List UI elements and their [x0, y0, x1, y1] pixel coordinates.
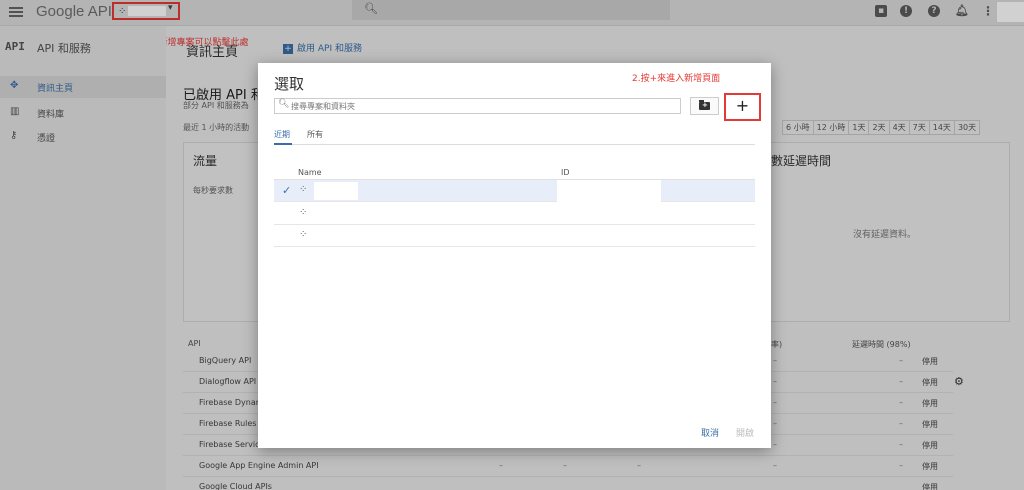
new-project-button[interactable]: +: [724, 93, 761, 121]
new-folder-button[interactable]: +: [690, 97, 719, 115]
project-search-field: 🔍︎: [274, 98, 681, 114]
tab-recent[interactable]: 近期: [274, 129, 290, 140]
project-row[interactable]: ⁘: [274, 203, 755, 225]
project-row[interactable]: ✓ ⁘: [274, 180, 755, 204]
check-icon: ✓: [282, 184, 292, 197]
project-id-redacted: [557, 180, 661, 204]
dialog-title: 選取: [274, 75, 305, 93]
select-project-dialog: 選取 2.按+來進入新增頁面 🔍︎ + + 近期 所有 Name ID ✓ ⁘ …: [258, 63, 771, 448]
project-row[interactable]: ⁘: [274, 225, 755, 247]
open-button[interactable]: 開啟: [736, 426, 754, 439]
project-name-redacted: [314, 182, 358, 200]
dialog-tabs: 近期 所有: [274, 127, 755, 145]
search-icon: 🔍︎: [278, 99, 290, 109]
project-icon: ⁘: [299, 229, 308, 240]
project-search-input[interactable]: [291, 100, 676, 112]
active-tab-indicator: [274, 143, 292, 145]
annotation-step2: 2.按+來進入新增頁面: [632, 74, 721, 84]
column-header-name: Name: [298, 168, 322, 177]
new-folder-icon: +: [699, 100, 710, 110]
tab-all[interactable]: 所有: [307, 129, 323, 140]
cancel-button[interactable]: 取消: [701, 426, 719, 439]
column-header-id: ID: [561, 168, 570, 177]
add-icon: +: [735, 96, 750, 115]
project-icon: ⁘: [299, 207, 308, 218]
project-icon: ⁘: [299, 184, 308, 195]
